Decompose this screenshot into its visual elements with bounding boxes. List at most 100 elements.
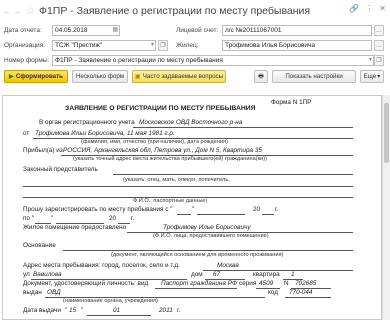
request-month-line: [197, 214, 245, 215]
help-icon: ▣: [134, 73, 141, 80]
document-heading: ЗАЯВЛЕНИЕ О РЕГИСТРАЦИИ ПО МЕСТУ ПРЕБЫВА…: [65, 105, 256, 112]
form-label: Номер формы:: [4, 57, 50, 64]
several-forms-button[interactable]: Несколько форм: [72, 70, 128, 83]
issue-day-close-quote: ": [81, 307, 84, 314]
until-label: по ": [23, 215, 35, 222]
request-day-line: [177, 214, 191, 215]
issued-value: ОВД: [47, 289, 61, 296]
report-window: ← → ☆ Ф1ПР - Заявление о регистрации по …: [0, 0, 390, 320]
housing-label: Жилое помещение предоставлено: [23, 224, 127, 231]
issuer-caption: (наименование органа, учреждения): [63, 298, 158, 304]
back-arrow-icon[interactable]: ←: [2, 5, 12, 17]
resident-field[interactable]: Трофимова Илья Борисовича: [222, 40, 372, 51]
address-label: Адрес места пребывания: город, поселок, …: [23, 262, 180, 269]
legal-rep-line: [113, 174, 353, 175]
until-quote: ": [51, 215, 54, 222]
form-no: Форма N 1ПР: [271, 99, 312, 106]
several-forms-label: Несколько форм: [75, 73, 125, 80]
to-organ-label: В орган регистрационного учета: [39, 119, 135, 126]
legal-rep-caption: (указать: отец, мать, опекун, попечитель…: [123, 177, 230, 183]
date-label: Дата отчета:: [4, 27, 42, 34]
favorite-star-icon[interactable]: ☆: [26, 6, 35, 17]
request-label: Прошу зарегистрировать по месту пребыван…: [23, 206, 173, 213]
street-value: Вавилова: [33, 271, 62, 278]
resident-value: Трофимова Илья Борисовича: [225, 42, 316, 49]
legal-rep-line-2: [23, 186, 353, 187]
faq-label: Часто задаваемые вопросы: [142, 73, 224, 80]
issue-day: 15: [69, 307, 77, 314]
account-field[interactable]: л/с №20111067001: [222, 25, 372, 36]
title-bar: ← → ☆ Ф1ПР - Заявление о регистрации по …: [0, 0, 390, 22]
window-title: Ф1ПР - Заявление о регистрации по месту …: [38, 5, 311, 17]
basis-caption: (документ, являющийся основанием для вре…: [111, 252, 284, 258]
from-caption: (фамилия, имя, отчество (при наличии), д…: [81, 139, 228, 145]
document-preview[interactable]: Форма N 1ПР ЗАЯВЛЕНИЕ О РЕГИСТРАЦИИ ПО М…: [2, 95, 382, 320]
print-icon: 🖶: [258, 73, 264, 80]
arrived-label: Прибыл(а) из: [23, 147, 63, 154]
account-value: л/с №20111067001: [225, 27, 282, 34]
more-chevron-down-icon: ▾: [377, 73, 381, 80]
show-settings-button[interactable]: Показать настройки: [272, 70, 356, 83]
until-year-prefix: 20: [109, 215, 117, 222]
form-number-value: Ф1ПР - Заявление о регистрации по месту …: [55, 57, 223, 64]
faq-button[interactable]: ▣ Часто задаваемые вопросы: [132, 70, 226, 83]
account-select-button[interactable]: …: [374, 25, 384, 36]
issue-month-line: [87, 315, 151, 316]
code-line: [285, 297, 331, 298]
close-icon[interactable]: ✕: [379, 4, 386, 13]
link-icon[interactable]: 🔗: [349, 4, 359, 13]
issue-day-open-quote: ": [65, 307, 68, 314]
issue-month: 01: [113, 307, 121, 314]
street-prefix: ул: [23, 271, 30, 278]
play-icon: ▶: [9, 73, 14, 80]
print-button[interactable]: 🖶: [254, 70, 268, 83]
number-value: 702685: [295, 280, 317, 287]
org-value: ТСЖ "Престиж": [55, 42, 103, 49]
basis-label: Основание: [23, 242, 56, 249]
city-value: Москва: [217, 262, 239, 269]
org-open-button[interactable]: ❐: [158, 40, 168, 51]
more-menu-icon[interactable]: ⋮: [365, 4, 373, 13]
generate-button[interactable]: ▶ Сформировать: [4, 70, 68, 83]
scrollbar-thumb[interactable]: [384, 103, 389, 163]
request-year-suffix: г.: [275, 206, 279, 213]
doc-type-line: [155, 288, 237, 289]
issue-year-suffix: г.: [177, 307, 181, 314]
more-label: Еще: [363, 73, 377, 80]
resident-select-button[interactable]: …: [374, 40, 384, 51]
number-label: N: [284, 280, 289, 287]
org-label: Организация:: [4, 42, 46, 49]
housing-caption: (Ф.И.О. лица, предоставившего помещение): [153, 233, 269, 239]
vertical-scrollbar[interactable]: [382, 95, 390, 320]
series-value: 4509: [259, 280, 274, 287]
housing-value: Трофимову Илье Борисовичу: [163, 224, 251, 231]
date-value: 04.05.2018: [55, 27, 88, 34]
legal-rep-label: Законный представитель: [23, 166, 98, 173]
issue-year: 2011: [159, 307, 173, 314]
doc-type-value: Паспорт гражданина РФ: [161, 280, 238, 287]
flat-label: квартира: [253, 271, 280, 278]
code-value: 770-044: [289, 289, 313, 296]
issued-label: выдан: [23, 289, 42, 296]
code-label: код: [268, 289, 279, 296]
calendar-icon[interactable]: ▦: [112, 26, 118, 33]
request-year-line: [262, 214, 274, 215]
form-dropdown-icon[interactable]: ▾: [369, 56, 372, 63]
show-settings-label: Показать настройки: [285, 73, 343, 80]
doc-label: Документ, удостоверяющий личность: вид: [23, 280, 149, 287]
request-year-prefix: 20: [253, 206, 261, 213]
form-open-button[interactable]: ❐: [374, 55, 384, 66]
date-field[interactable]: 04.05.2018 ▦: [52, 25, 120, 36]
more-button[interactable]: Еще ▾: [360, 70, 384, 83]
org-field[interactable]: ТСЖ "Престиж" ▾: [52, 40, 156, 51]
organ-line: [133, 127, 353, 128]
form-number-field[interactable]: Ф1ПР - Заявление о регистрации по месту …: [52, 55, 374, 66]
issue-date-label: Дата выдачи: [23, 307, 61, 314]
fio-passport-caption: Ф.И.О., паспортные данные): [133, 198, 208, 204]
until-year-suffix: г.: [131, 215, 135, 222]
generate-label: Сформировать: [15, 73, 63, 80]
request-quote: ": [192, 206, 195, 213]
org-dropdown-icon[interactable]: ▾: [151, 41, 154, 48]
forward-arrow-icon[interactable]: →: [12, 5, 22, 17]
flat-value: 1: [291, 271, 295, 278]
